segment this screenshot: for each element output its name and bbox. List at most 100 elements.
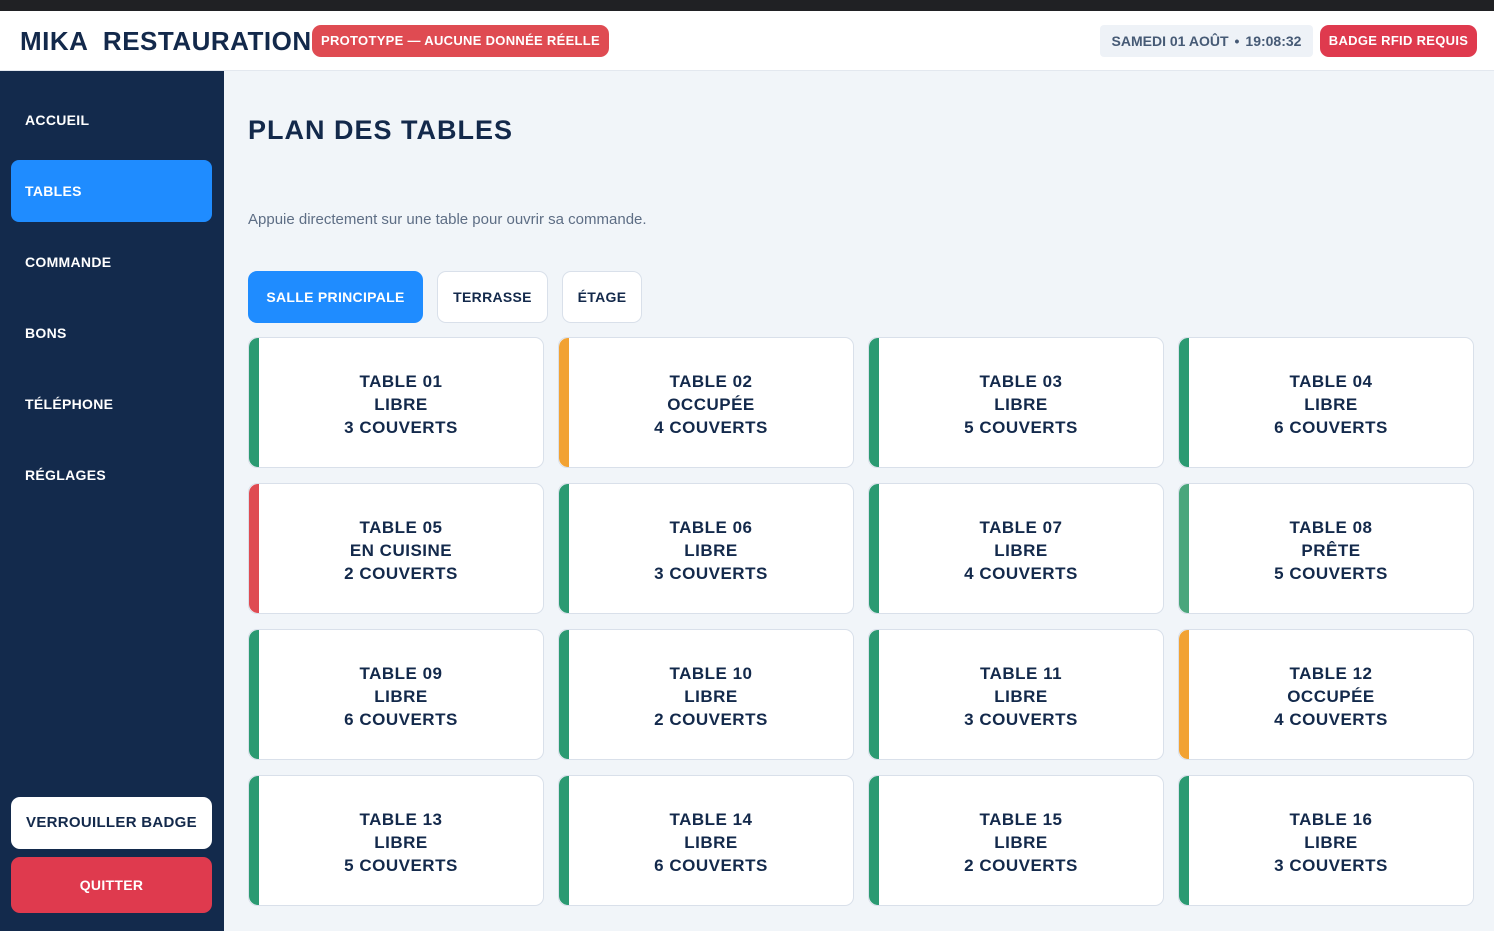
table-card[interactable]: TABLE 09 LIBRE 6 COUVERTS — [248, 629, 544, 760]
table-card[interactable]: TABLE 06 LIBRE 3 COUVERTS — [558, 483, 854, 614]
table-status-bar — [1179, 338, 1189, 467]
lock-badge-button[interactable]: VERROUILLER BADGE — [11, 797, 212, 849]
table-card[interactable]: TABLE 11 LIBRE 3 COUVERTS — [868, 629, 1164, 760]
quit-button[interactable]: QUITTER — [11, 857, 212, 913]
sidebar-item-reglages[interactable]: RÉGLAGES — [11, 444, 212, 506]
brand-logo: MIKA RESTAURATION — [20, 26, 312, 56]
table-status-bar — [559, 484, 569, 613]
table-info: TABLE 04 LIBRE 6 COUVERTS — [1189, 370, 1473, 439]
table-status-bar — [869, 484, 879, 613]
table-card[interactable]: TABLE 14 LIBRE 6 COUVERTS — [558, 775, 854, 906]
sidebar-item-accueil[interactable]: ACCUEIL — [11, 89, 212, 151]
tab-salle-principale[interactable]: SALLE PRINCIPALE — [248, 271, 423, 323]
table-covers: 3 COUVERTS — [654, 564, 768, 583]
sidebar-item-tables[interactable]: TABLES — [11, 160, 212, 222]
table-name: TABLE 07 — [979, 518, 1063, 537]
table-info: TABLE 06 LIBRE 3 COUVERTS — [569, 516, 853, 585]
table-status-bar — [249, 338, 259, 467]
table-status-bar — [249, 630, 259, 759]
table-status: OCCUPÉE — [1287, 687, 1375, 706]
table-status-bar — [559, 776, 569, 905]
table-status-bar — [1179, 484, 1189, 613]
table-info: TABLE 07 LIBRE 4 COUVERTS — [879, 516, 1163, 585]
table-covers: 2 COUVERTS — [654, 710, 768, 729]
table-status-bar — [1179, 776, 1189, 905]
table-card[interactable]: TABLE 01 LIBRE 3 COUVERTS — [248, 337, 544, 468]
table-status: LIBRE — [374, 395, 428, 414]
table-status: LIBRE — [684, 687, 738, 706]
sidebar: ACCUEIL TABLES COMMANDE BONS TÉLÉPHONE R… — [0, 71, 224, 931]
table-info: TABLE 05 EN CUISINE 2 COUVERTS — [259, 516, 543, 585]
rfid-badge-button[interactable]: BADGE RFID REQUIS — [1320, 25, 1477, 57]
table-info: TABLE 09 LIBRE 6 COUVERTS — [259, 662, 543, 731]
table-info: TABLE 13 LIBRE 5 COUVERTS — [259, 808, 543, 877]
table-name: TABLE 14 — [669, 810, 753, 829]
table-status: LIBRE — [374, 833, 428, 852]
table-name: TABLE 16 — [1289, 810, 1373, 829]
table-covers: 4 COUVERTS — [654, 418, 768, 437]
table-info: TABLE 14 LIBRE 6 COUVERTS — [569, 808, 853, 877]
table-status-bar — [869, 776, 879, 905]
table-status: LIBRE — [374, 687, 428, 706]
table-name: TABLE 06 — [669, 518, 753, 537]
table-covers: 4 COUVERTS — [1274, 710, 1388, 729]
table-info: TABLE 15 LIBRE 2 COUVERTS — [879, 808, 1163, 877]
table-covers: 4 COUVERTS — [964, 564, 1078, 583]
table-status: LIBRE — [684, 541, 738, 560]
table-status: LIBRE — [994, 541, 1048, 560]
table-covers: 5 COUVERTS — [964, 418, 1078, 437]
table-status-bar — [559, 630, 569, 759]
prototype-badge: PROTOTYPE — AUCUNE DONNÉE RÉELLE — [312, 25, 609, 57]
table-status: LIBRE — [1304, 395, 1358, 414]
table-info: TABLE 01 LIBRE 3 COUVERTS — [259, 370, 543, 439]
table-info: TABLE 12 OCCUPÉE 4 COUVERTS — [1189, 662, 1473, 731]
table-info: TABLE 03 LIBRE 5 COUVERTS — [879, 370, 1163, 439]
page-title: PLAN DES TABLES — [248, 115, 514, 145]
table-info: TABLE 11 LIBRE 3 COUVERTS — [879, 662, 1163, 731]
table-status-bar — [869, 630, 879, 759]
table-card[interactable]: TABLE 05 EN CUISINE 2 COUVERTS — [248, 483, 544, 614]
table-covers: 6 COUVERTS — [654, 856, 768, 875]
tab-etage[interactable]: ÉTAGE — [562, 271, 642, 323]
table-name: TABLE 03 — [979, 372, 1063, 391]
table-status-bar — [249, 484, 259, 613]
time-text: 19:08:32 — [1245, 33, 1302, 49]
table-name: TABLE 12 — [1289, 664, 1373, 683]
table-card[interactable]: TABLE 16 LIBRE 3 COUVERTS — [1178, 775, 1474, 906]
tab-terrasse[interactable]: TERRASSE — [437, 271, 548, 323]
table-covers: 3 COUVERTS — [964, 710, 1078, 729]
table-info: TABLE 16 LIBRE 3 COUVERTS — [1189, 808, 1473, 877]
table-status-bar — [1179, 630, 1189, 759]
table-card[interactable]: TABLE 02 OCCUPÉE 4 COUVERTS — [558, 337, 854, 468]
table-covers: 2 COUVERTS — [964, 856, 1078, 875]
window-top-strip — [0, 0, 1494, 11]
table-card[interactable]: TABLE 12 OCCUPÉE 4 COUVERTS — [1178, 629, 1474, 760]
table-card[interactable]: TABLE 10 LIBRE 2 COUVERTS — [558, 629, 854, 760]
table-info: TABLE 10 LIBRE 2 COUVERTS — [569, 662, 853, 731]
table-status-bar — [559, 338, 569, 467]
table-card[interactable]: TABLE 08 PRÊTE 5 COUVERTS — [1178, 483, 1474, 614]
sidebar-item-commande[interactable]: COMMANDE — [11, 231, 212, 293]
table-card[interactable]: TABLE 07 LIBRE 4 COUVERTS — [868, 483, 1164, 614]
date-separator: • — [1234, 33, 1240, 49]
table-card[interactable]: TABLE 13 LIBRE 5 COUVERTS — [248, 775, 544, 906]
sidebar-item-bons[interactable]: BONS — [11, 302, 212, 364]
app-header: MIKA RESTAURATION PROTOTYPE — AUCUNE DON… — [0, 11, 1494, 71]
table-card[interactable]: TABLE 04 LIBRE 6 COUVERTS — [1178, 337, 1474, 468]
table-info: TABLE 02 OCCUPÉE 4 COUVERTS — [569, 370, 853, 439]
main-content: PLAN DES TABLES Appuie directement sur u… — [224, 71, 1494, 931]
table-name: TABLE 11 — [979, 664, 1063, 683]
table-name: TABLE 08 — [1289, 518, 1373, 537]
table-info: TABLE 08 PRÊTE 5 COUVERTS — [1189, 516, 1473, 585]
table-name: TABLE 10 — [669, 664, 753, 683]
table-status: EN CUISINE — [349, 541, 453, 560]
table-card[interactable]: TABLE 15 LIBRE 2 COUVERTS — [868, 775, 1164, 906]
table-status: LIBRE — [994, 687, 1048, 706]
table-covers: 3 COUVERTS — [1274, 856, 1388, 875]
table-card[interactable]: TABLE 03 LIBRE 5 COUVERTS — [868, 337, 1164, 468]
table-covers: 2 COUVERTS — [344, 564, 458, 583]
table-name: TABLE 09 — [359, 664, 443, 683]
table-covers: 5 COUVERTS — [344, 856, 458, 875]
sidebar-item-telephone[interactable]: TÉLÉPHONE — [11, 373, 212, 435]
table-status: LIBRE — [1304, 833, 1358, 852]
